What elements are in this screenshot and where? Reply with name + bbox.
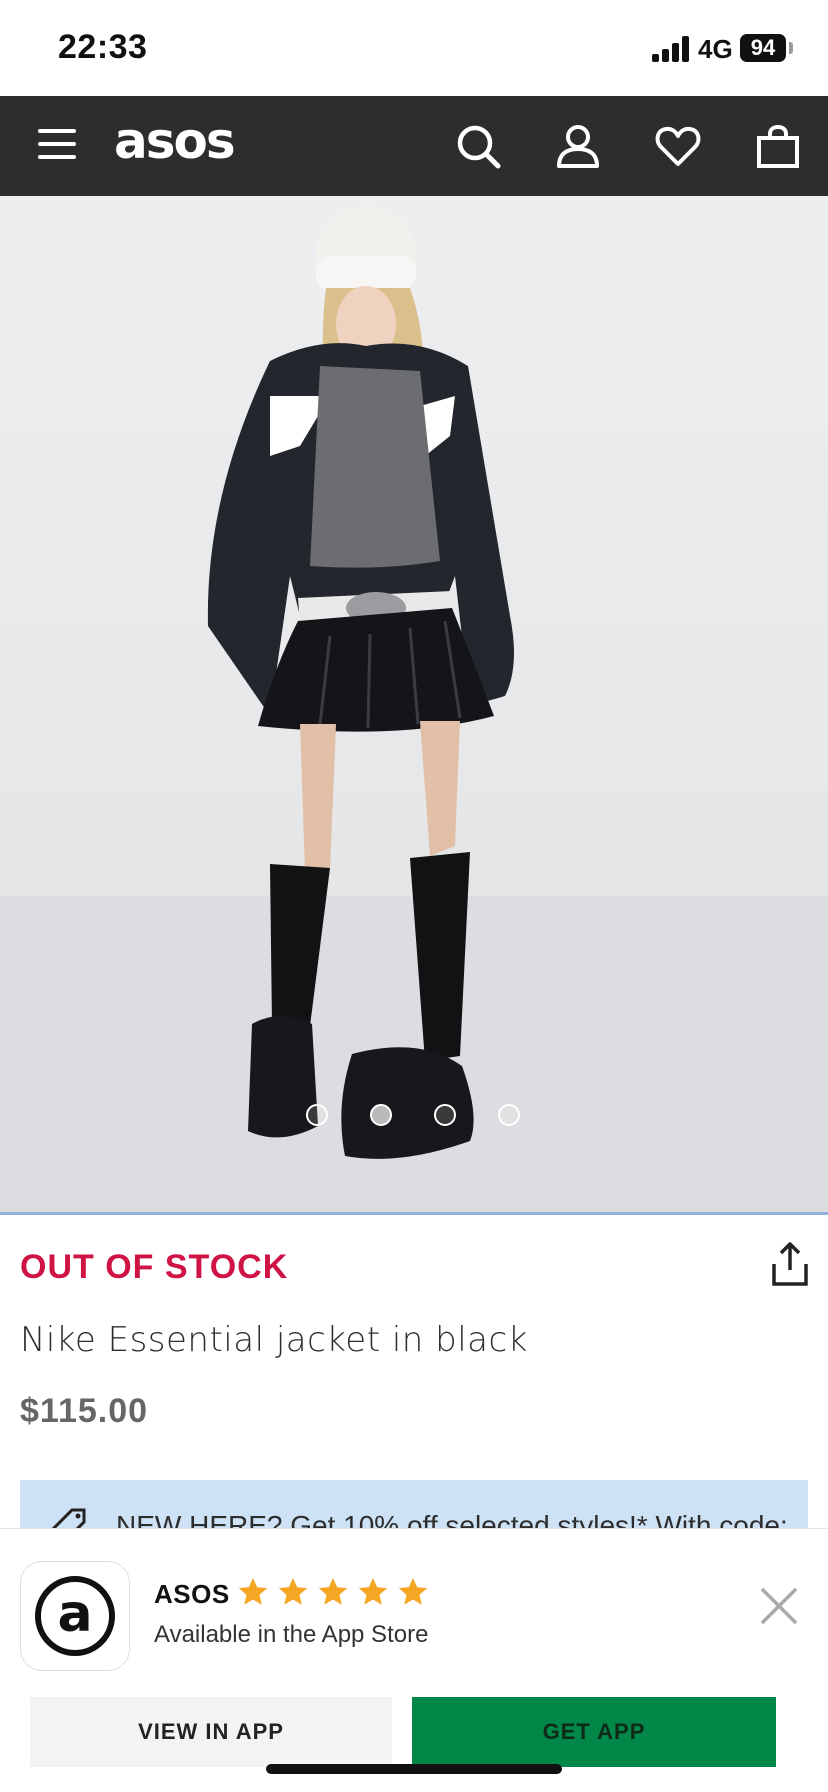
out-of-stock-label: OUT OF STOCK [20, 1248, 289, 1286]
app-store-banner: a ASOS Available in the App Store VIEW I… [0, 1528, 828, 1792]
tag-icon [48, 1502, 88, 1528]
close-icon[interactable] [758, 1585, 800, 1627]
site-header: asos [0, 96, 828, 196]
bag-icon[interactable] [754, 122, 802, 170]
star-icon [238, 1577, 268, 1605]
asos-app-icon: a [20, 1561, 130, 1671]
promo-text: NEW HERE? Get 10% off selected styles!* … [116, 1510, 788, 1528]
gallery-dot[interactable] [434, 1104, 456, 1126]
star-icon [318, 1577, 348, 1605]
rating-stars [236, 1575, 436, 1609]
share-icon[interactable] [768, 1240, 812, 1288]
view-in-app-button[interactable]: VIEW IN APP [30, 1697, 392, 1767]
model-illustration [0, 206, 828, 1214]
star-icon [278, 1577, 308, 1605]
account-icon[interactable] [554, 122, 602, 170]
gallery-dot[interactable] [306, 1104, 328, 1126]
app-store-subtitle: Available in the App Store [154, 1621, 429, 1648]
product-image[interactable] [0, 196, 828, 1214]
gallery-dots [0, 1104, 828, 1128]
network-label: 4G [698, 34, 733, 64]
status-time: 22:33 [58, 28, 148, 66]
signal-icon [652, 36, 692, 62]
status-bar: 22:33 4G 94 [0, 0, 828, 96]
menu-icon[interactable] [38, 129, 76, 161]
asos-logo[interactable]: asos [114, 112, 236, 170]
promo-banner[interactable]: NEW HERE? Get 10% off selected styles!* … [20, 1480, 808, 1528]
home-indicator[interactable] [266, 1764, 562, 1774]
get-app-button[interactable]: GET APP [412, 1697, 776, 1767]
app-name: ASOS [154, 1579, 230, 1609]
gallery-dot-active[interactable] [370, 1104, 392, 1126]
star-icon [358, 1577, 388, 1605]
product-price: $115.00 [20, 1392, 149, 1430]
image-divider [0, 1212, 828, 1215]
gallery-dot[interactable] [498, 1104, 520, 1126]
battery-icon: 94 [740, 34, 786, 62]
heart-icon[interactable] [654, 122, 702, 170]
search-icon[interactable] [454, 122, 502, 170]
star-icon [398, 1577, 428, 1605]
at-symbol-icon: a [35, 1576, 115, 1656]
battery-nub [789, 42, 793, 54]
product-title: Nike Essential jacket in black [20, 1320, 528, 1360]
